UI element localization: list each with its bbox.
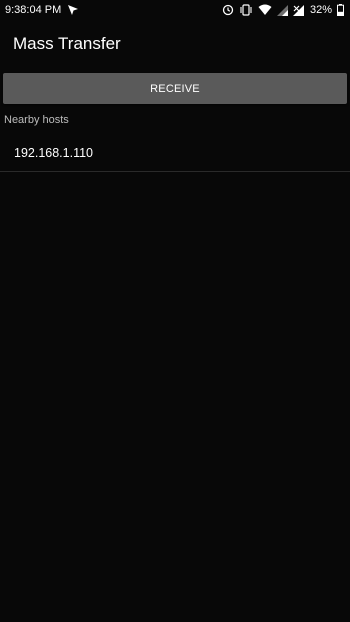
wifi-icon: [258, 4, 272, 16]
host-address: 192.168.1.110: [14, 145, 94, 160]
host-list: 192.168.1.110: [0, 134, 350, 172]
signal-icon: [276, 4, 288, 16]
nearby-hosts-header: Nearby hosts: [4, 114, 69, 126]
vibrate-icon: [239, 4, 253, 16]
app-bar: Mass Transfer: [0, 24, 350, 64]
no-signal-icon: [292, 4, 305, 16]
host-list-item[interactable]: 192.168.1.110: [0, 134, 350, 172]
status-left: 9:38:04 PM: [5, 4, 79, 16]
app-screen: 9:38:04 PM 32% Mass Transfer RECEIVE Nea…: [0, 0, 350, 622]
status-right: 32%: [222, 4, 344, 16]
battery-icon: [337, 4, 344, 16]
status-time: 9:38:04 PM: [5, 4, 62, 16]
battery-percent: 32%: [309, 4, 332, 16]
app-title: Mass Transfer: [13, 34, 121, 53]
receive-button[interactable]: RECEIVE: [3, 73, 347, 104]
status-bar: 9:38:04 PM 32%: [0, 0, 350, 20]
sync-icon: [222, 4, 234, 16]
location-arrow-icon: [67, 4, 79, 16]
